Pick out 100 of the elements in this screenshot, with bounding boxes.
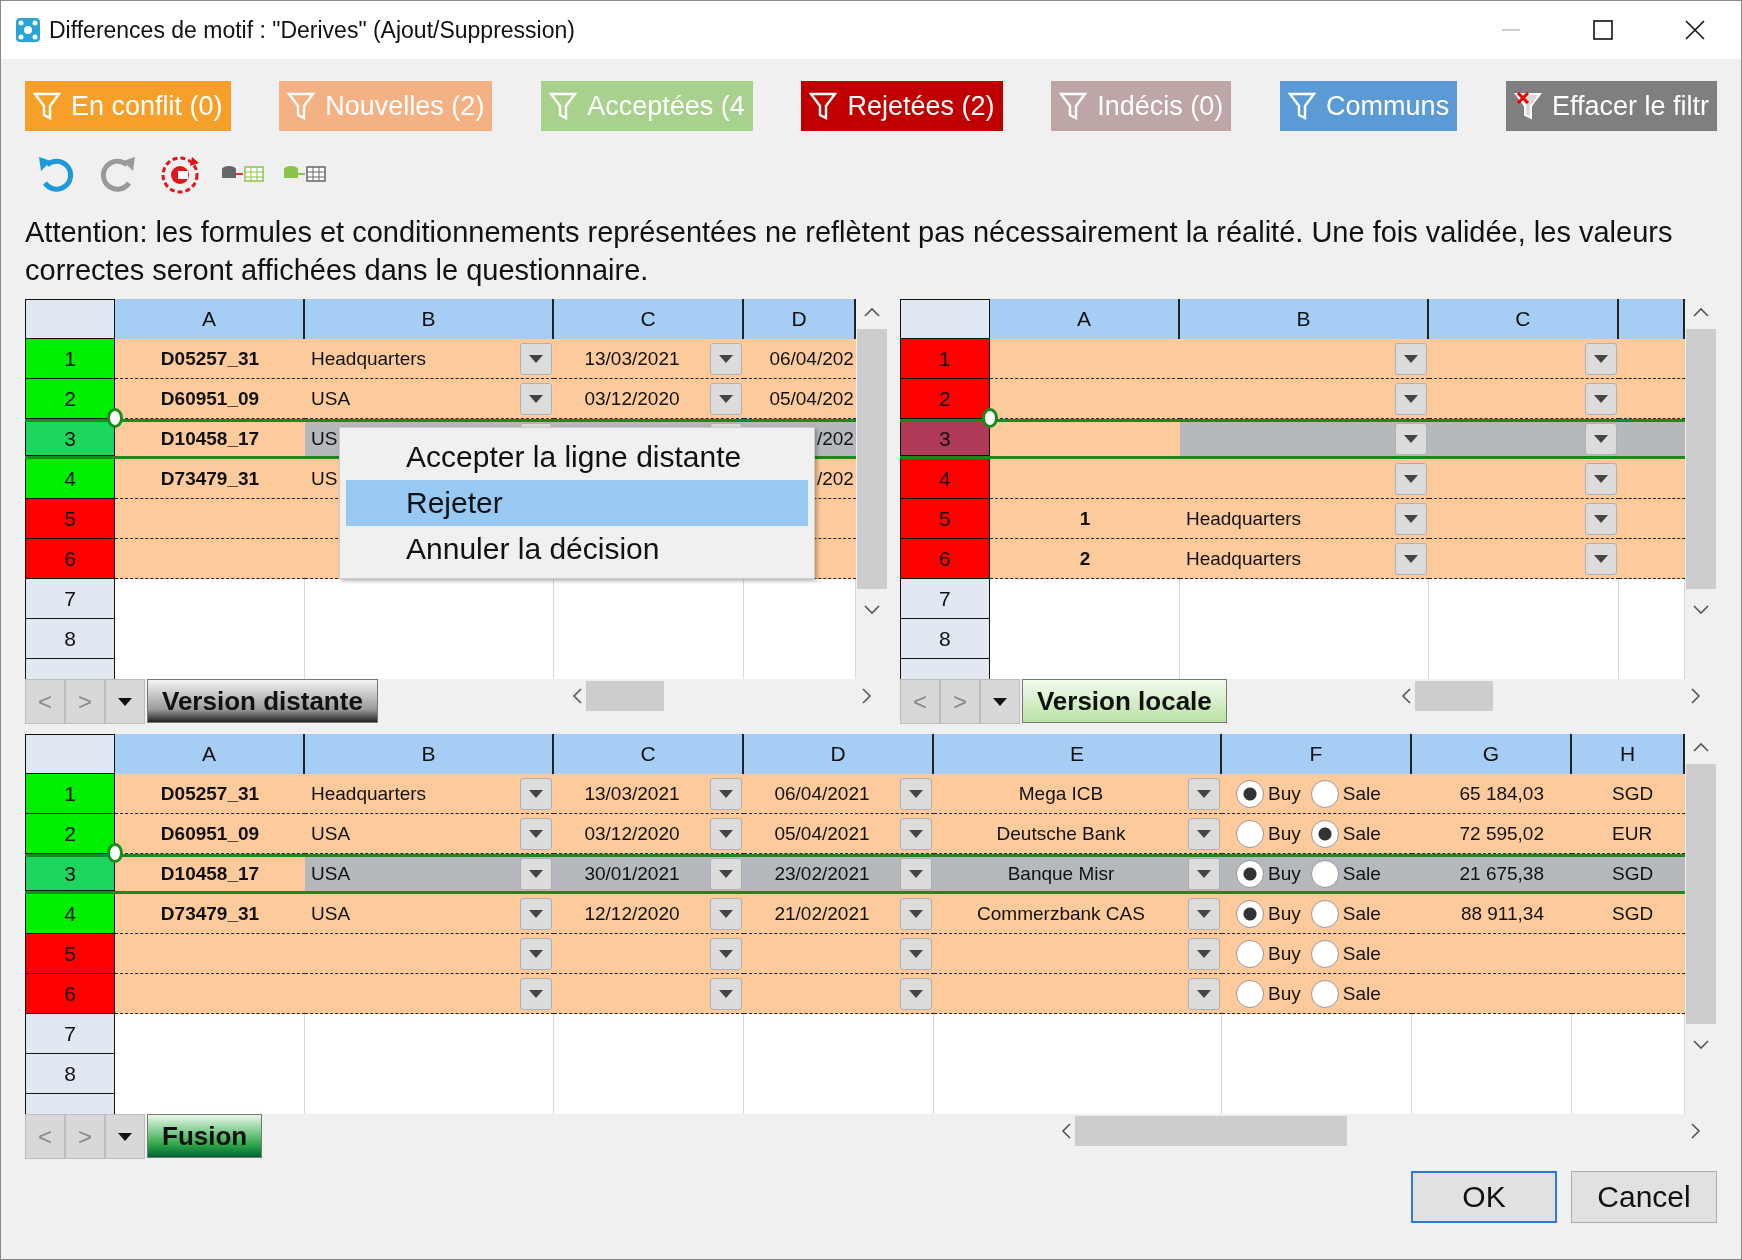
dropdown-button[interactable] <box>710 977 742 1010</box>
row-header[interactable]: 7 <box>25 1014 115 1054</box>
radio-option[interactable]: Sale <box>1310 899 1381 928</box>
row-header[interactable]: 1 <box>25 774 115 814</box>
dropdown-button[interactable] <box>1188 817 1220 850</box>
dropdown-button[interactable] <box>1394 342 1427 375</box>
dropdown-button[interactable] <box>520 937 552 970</box>
column-header[interactable]: C <box>554 734 744 774</box>
dropdown-button[interactable] <box>520 777 552 810</box>
chevron-down-icon[interactable] <box>863 605 880 615</box>
scrollbar-thumb[interactable] <box>1686 329 1716 589</box>
dropdown-button[interactable] <box>1584 342 1617 375</box>
dropdown-button[interactable] <box>1584 542 1617 575</box>
dropdown-button[interactable] <box>520 382 552 415</box>
column-header[interactable]: C <box>554 299 744 339</box>
dropdown-button[interactable] <box>1394 423 1427 455</box>
column-header[interactable]: B <box>305 299 554 339</box>
column-header[interactable] <box>1618 299 1685 339</box>
dropdown-button[interactable] <box>1188 897 1220 930</box>
dropdown-button[interactable] <box>710 897 742 930</box>
dropdown-button[interactable] <box>1188 777 1220 810</box>
dropdown-button[interactable] <box>710 382 742 415</box>
ok-button[interactable]: OK <box>1411 1171 1557 1223</box>
dropdown-button[interactable] <box>1188 937 1220 970</box>
filter-button[interactable]: Rejetées (2) <box>801 81 1003 131</box>
dropdown-button[interactable] <box>1584 502 1617 535</box>
scrollbar-thumb[interactable] <box>1415 681 1493 711</box>
dropdown-button[interactable] <box>520 858 552 890</box>
radio-option[interactable]: Sale <box>1310 860 1381 888</box>
dropdown-button[interactable] <box>1188 858 1220 890</box>
radio-option[interactable]: Sale <box>1310 779 1381 808</box>
row-header[interactable]: 8 <box>25 1054 115 1094</box>
radio-option[interactable]: Sale <box>1310 979 1381 1008</box>
chevron-right-icon[interactable] <box>861 688 872 704</box>
dropdown-button[interactable] <box>900 977 932 1010</box>
chevron-down-icon[interactable] <box>1693 605 1709 615</box>
column-header[interactable]: B <box>1179 299 1429 339</box>
dropdown-button[interactable] <box>1584 423 1617 455</box>
dropdown-button[interactable] <box>1584 462 1617 495</box>
close-icon[interactable] <box>1685 20 1705 40</box>
sheet-tab[interactable]: Version distante <box>147 679 378 723</box>
radio-option[interactable]: Buy <box>1236 899 1301 928</box>
dropdown-button[interactable] <box>710 342 742 375</box>
tab-menu-button[interactable] <box>979 679 1020 724</box>
scrollbar-thumb[interactable] <box>1686 764 1716 1024</box>
radio-option[interactable]: Sale <box>1310 819 1381 848</box>
chevron-up-icon[interactable] <box>863 307 880 317</box>
column-header[interactable]: D <box>744 734 934 774</box>
row-header[interactable]: 4 <box>25 894 115 934</box>
column-header[interactable]: E <box>934 734 1222 774</box>
row-header[interactable]: 8 <box>25 619 115 659</box>
row-header[interactable]: 2 <box>899 379 990 419</box>
menu-item[interactable]: Annuler la décision <box>346 526 808 572</box>
dropdown-button[interactable] <box>1394 462 1427 495</box>
column-header[interactable]: A <box>115 299 305 339</box>
radio-option[interactable]: Sale <box>1310 939 1381 968</box>
menu-item[interactable]: Rejeter <box>346 480 808 526</box>
row-header[interactable]: 4 <box>25 459 115 499</box>
radio-option[interactable]: Buy <box>1236 860 1301 888</box>
dropdown-button[interactable] <box>710 777 742 810</box>
radio-option[interactable]: Buy <box>1236 979 1301 1008</box>
row-header[interactable]: 6 <box>25 539 115 579</box>
row-header[interactable]: 5 <box>25 934 115 974</box>
dropdown-button[interactable] <box>710 937 742 970</box>
row-header[interactable]: 1 <box>25 339 115 379</box>
column-header[interactable]: A <box>115 734 305 774</box>
chevron-right-icon[interactable] <box>1691 1123 1701 1139</box>
dropdown-button[interactable] <box>900 777 932 810</box>
chevron-left-icon[interactable] <box>1401 688 1411 704</box>
dropdown-button[interactable] <box>520 977 552 1010</box>
column-header[interactable]: D <box>744 299 856 339</box>
row-header[interactable]: 7 <box>899 579 990 619</box>
dropdown-button[interactable] <box>710 858 742 890</box>
chevron-up-icon[interactable] <box>1693 742 1709 752</box>
column-header[interactable]: F <box>1222 734 1412 774</box>
radio-option[interactable]: Buy <box>1236 779 1301 808</box>
dropdown-button[interactable] <box>710 817 742 850</box>
dropdown-button[interactable] <box>520 342 552 375</box>
dropdown-button[interactable] <box>1188 977 1220 1010</box>
dropdown-button[interactable] <box>1394 502 1427 535</box>
column-header[interactable]: C <box>1428 299 1619 339</box>
chevron-up-icon[interactable] <box>1693 307 1709 317</box>
sheet-tab[interactable]: Version locale <box>1021 679 1227 723</box>
column-header[interactable]: G <box>1412 734 1572 774</box>
scrollbar-thumb[interactable] <box>856 329 887 589</box>
dropdown-button[interactable] <box>1394 542 1427 575</box>
dropdown-button[interactable] <box>1394 382 1427 415</box>
row-header[interactable]: 4 <box>899 459 990 499</box>
maximize-icon[interactable] <box>1593 20 1613 40</box>
column-header[interactable]: H <box>1572 734 1685 774</box>
dropdown-button[interactable] <box>900 897 932 930</box>
tab-menu-button[interactable] <box>105 1114 145 1159</box>
radio-option[interactable]: Buy <box>1236 819 1301 848</box>
chevron-down-icon[interactable] <box>1693 1040 1709 1050</box>
row-header[interactable]: 8 <box>899 619 990 659</box>
row-header[interactable]: 3 <box>25 422 115 456</box>
scrollbar-thumb[interactable] <box>585 681 664 711</box>
row-header[interactable]: 3 <box>25 857 115 891</box>
chevron-left-icon[interactable] <box>571 688 582 704</box>
row-header[interactable]: 5 <box>899 499 990 539</box>
